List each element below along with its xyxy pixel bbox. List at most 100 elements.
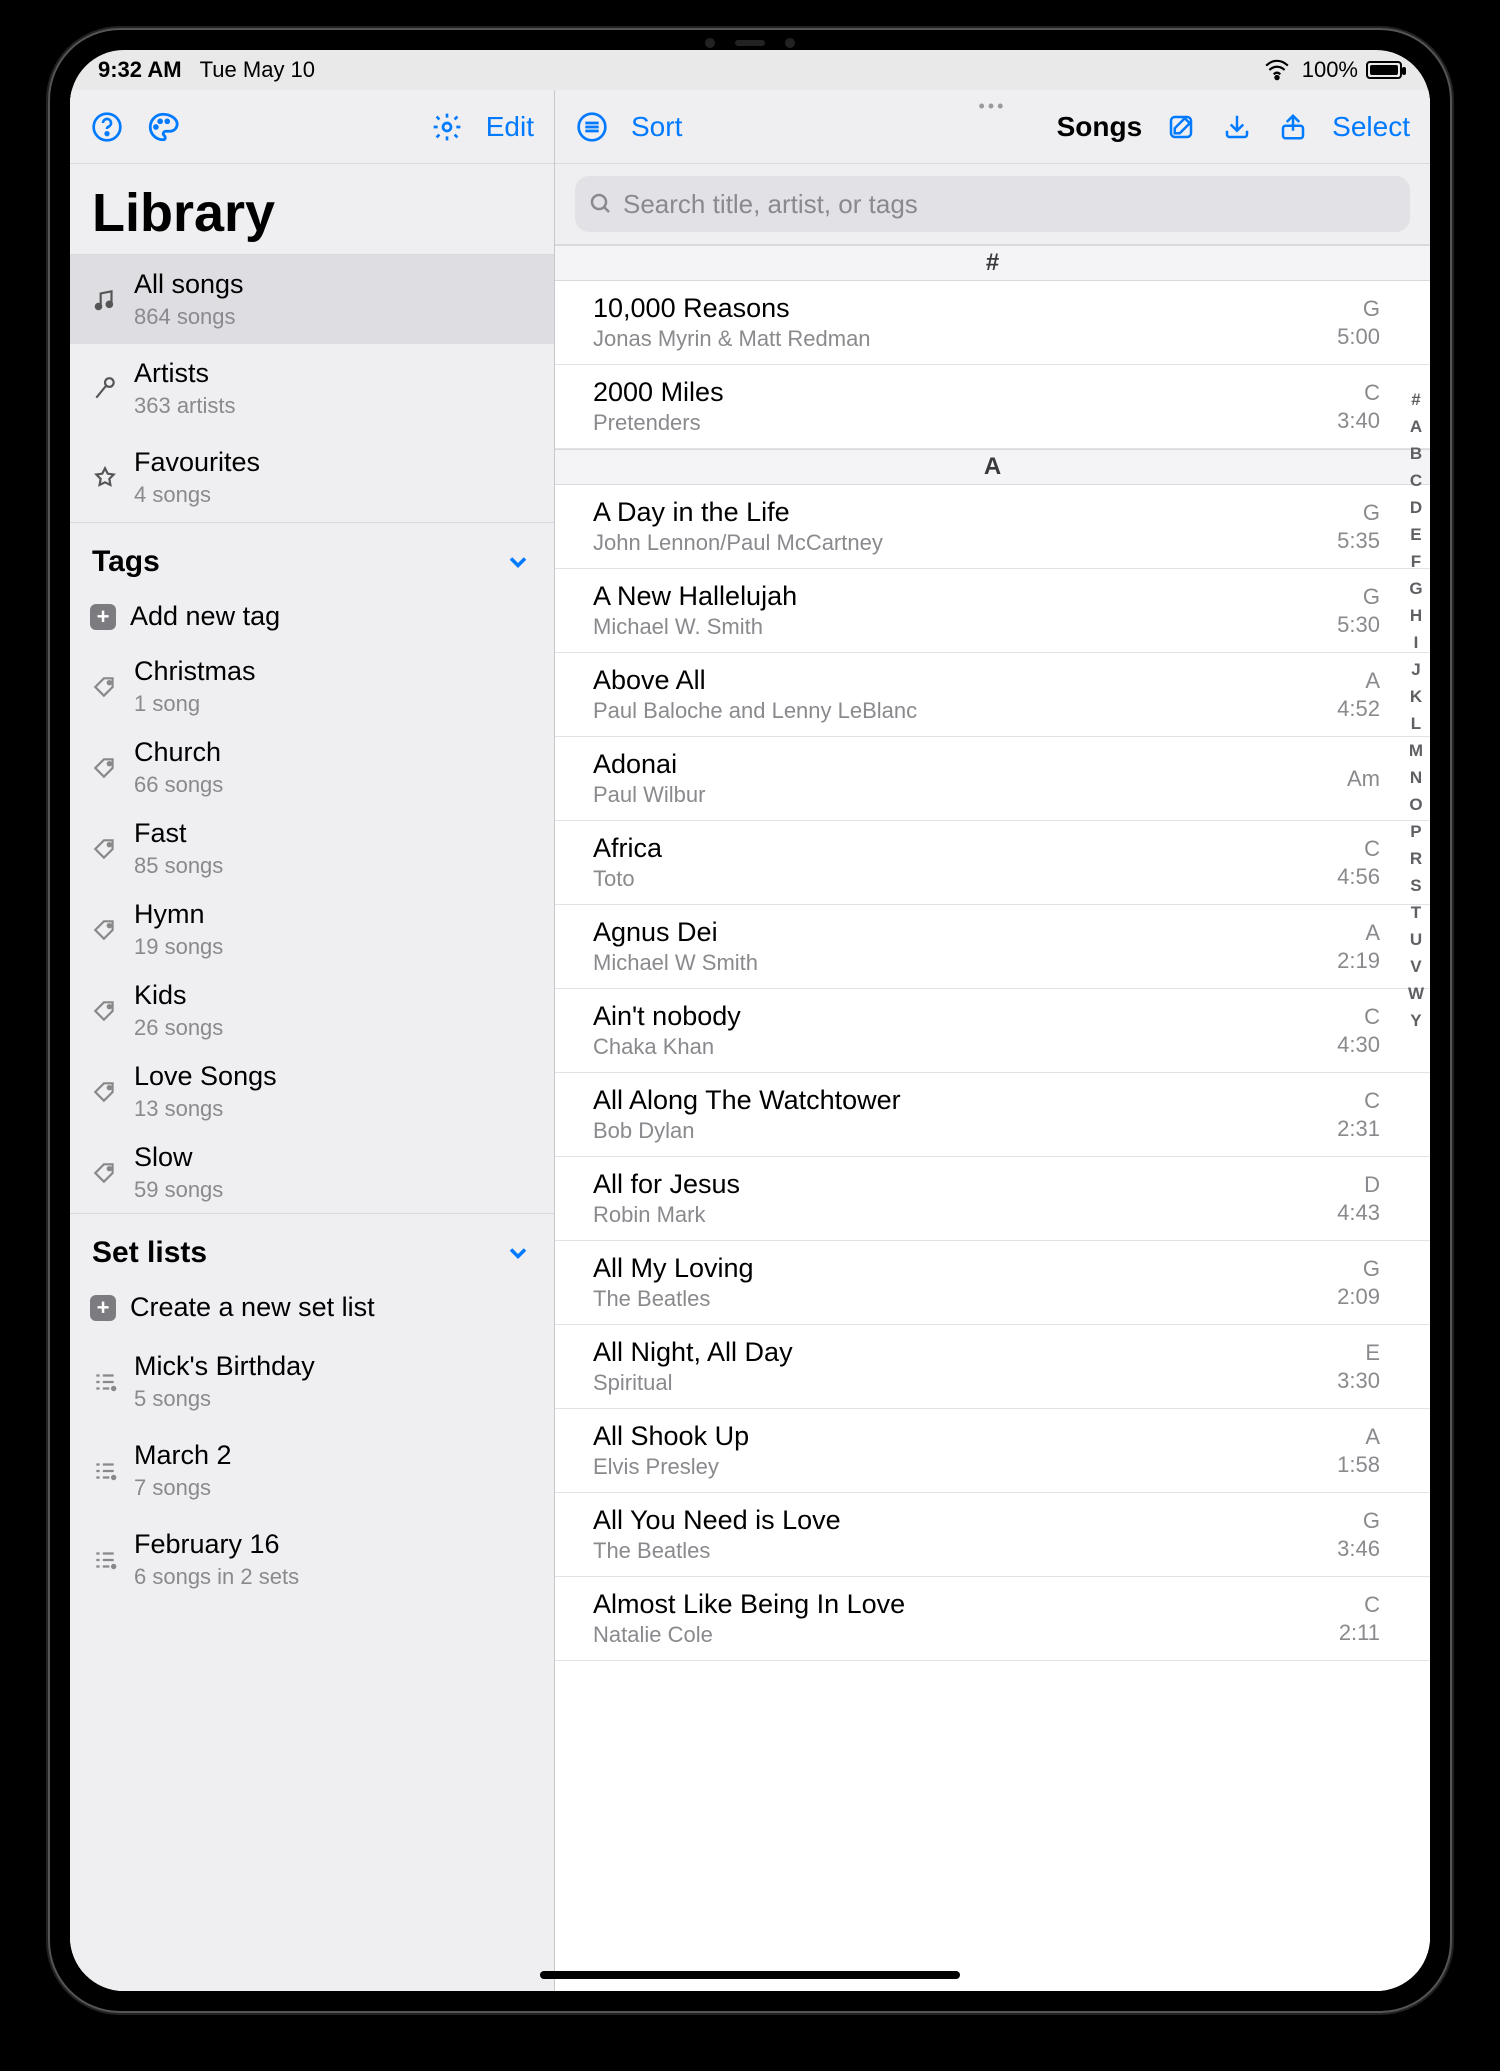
- tag-church[interactable]: Church 66 songs: [70, 727, 554, 808]
- song-row[interactable]: All Night, All Day Spiritual E3:30: [555, 1325, 1430, 1409]
- tags-header-label: Tags: [92, 545, 504, 579]
- index-letter[interactable]: H: [1410, 606, 1422, 626]
- index-letter[interactable]: D: [1410, 498, 1422, 518]
- tag-love-songs[interactable]: Love Songs 13 songs: [70, 1051, 554, 1132]
- search-field[interactable]: [575, 176, 1410, 232]
- song-meta: E3:30: [1337, 1339, 1380, 1394]
- index-letter[interactable]: B: [1410, 444, 1422, 464]
- index-letter[interactable]: #: [1411, 390, 1420, 410]
- setlist-icon: [90, 1367, 120, 1397]
- index-letter[interactable]: R: [1410, 849, 1422, 869]
- tag-slow[interactable]: Slow 59 songs: [70, 1132, 554, 1213]
- index-letter[interactable]: E: [1410, 525, 1421, 545]
- index-letter[interactable]: Y: [1410, 1011, 1421, 1031]
- index-letter[interactable]: K: [1410, 687, 1422, 707]
- song-row[interactable]: All for Jesus Robin Mark D4:43: [555, 1157, 1430, 1241]
- help-icon[interactable]: [90, 110, 124, 144]
- song-artist: Toto: [593, 866, 1325, 892]
- sort-button[interactable]: Sort: [631, 111, 682, 143]
- tag-hymn[interactable]: Hymn 19 songs: [70, 889, 554, 970]
- song-artist: Paul Wilbur: [593, 782, 1335, 808]
- drag-handle-icon[interactable]: •••: [979, 96, 1007, 117]
- setlist-mick-s-birthday[interactable]: Mick's Birthday 5 songs: [70, 1337, 554, 1426]
- song-title: Agnus Dei: [593, 917, 1325, 948]
- song-row[interactable]: A New Hallelujah Michael W. Smith G5:30: [555, 569, 1430, 653]
- song-artist: Michael W. Smith: [593, 614, 1325, 640]
- tag-icon: [90, 753, 120, 783]
- edit-button[interactable]: Edit: [486, 111, 534, 143]
- index-letter[interactable]: J: [1411, 660, 1420, 680]
- song-title: All Night, All Day: [593, 1337, 1325, 1368]
- song-row[interactable]: 10,000 Reasons Jonas Myrin & Matt Redman…: [555, 281, 1430, 365]
- index-letter[interactable]: I: [1414, 633, 1419, 653]
- search-input[interactable]: [623, 189, 1396, 220]
- tag-kids[interactable]: Kids 26 songs: [70, 970, 554, 1051]
- setlist-february-16[interactable]: February 16 6 songs in 2 sets: [70, 1515, 554, 1604]
- create-setlist-row[interactable]: + Create a new set list: [70, 1278, 554, 1337]
- compose-icon[interactable]: [1164, 110, 1198, 144]
- library-top-list: All songs 864 songs Artists 363 artists …: [70, 254, 554, 522]
- song-row[interactable]: Ain't nobody Chaka Khan C4:30: [555, 989, 1430, 1073]
- song-artist: Robin Mark: [593, 1202, 1325, 1228]
- index-letter[interactable]: U: [1410, 930, 1422, 950]
- index-letter[interactable]: T: [1411, 903, 1421, 923]
- song-artist: Elvis Presley: [593, 1454, 1325, 1480]
- song-list[interactable]: # 10,000 Reasons Jonas Myrin & Matt Redm…: [555, 245, 1430, 1991]
- song-meta: G3:46: [1337, 1507, 1380, 1562]
- setlist-march-2[interactable]: March 2 7 songs: [70, 1426, 554, 1515]
- sidebar-item-favourites[interactable]: Favourites 4 songs: [70, 433, 554, 522]
- song-row[interactable]: Almost Like Being In Love Natalie Cole C…: [555, 1577, 1430, 1661]
- add-tag-row[interactable]: + Add new tag: [70, 587, 554, 646]
- section-header: #: [555, 245, 1430, 281]
- setlists-header-row[interactable]: Set lists: [70, 1213, 554, 1278]
- song-title: 2000 Miles: [593, 377, 1325, 408]
- song-title: All Along The Watchtower: [593, 1085, 1325, 1116]
- index-letter[interactable]: L: [1411, 714, 1421, 734]
- index-letter[interactable]: A: [1410, 417, 1422, 437]
- song-row[interactable]: Agnus Dei Michael W Smith A2:19: [555, 905, 1430, 989]
- tag-icon: [90, 834, 120, 864]
- alpha-index[interactable]: # ABCDEFGHIJKLMNOPRSTUVWY: [1408, 390, 1424, 1031]
- sidebar-item-artists[interactable]: Artists 363 artists: [70, 344, 554, 433]
- song-meta: A4:52: [1337, 667, 1380, 722]
- index-letter[interactable]: G: [1409, 579, 1422, 599]
- song-row[interactable]: All You Need is Love The Beatles G3:46: [555, 1493, 1430, 1577]
- select-button[interactable]: Select: [1332, 111, 1410, 143]
- list-menu-icon[interactable]: [575, 110, 609, 144]
- index-letter[interactable]: P: [1410, 822, 1421, 842]
- tag-icon: [90, 1077, 120, 1107]
- song-row[interactable]: All Along The Watchtower Bob Dylan C2:31: [555, 1073, 1430, 1157]
- index-letter[interactable]: M: [1409, 741, 1423, 761]
- song-title: Above All: [593, 665, 1325, 696]
- tag-fast[interactable]: Fast 85 songs: [70, 808, 554, 889]
- song-row[interactable]: All Shook Up Elvis Presley A1:58: [555, 1409, 1430, 1493]
- song-row[interactable]: Africa Toto C4:56: [555, 821, 1430, 905]
- tag-icon: [90, 915, 120, 945]
- share-icon[interactable]: [1276, 110, 1310, 144]
- song-row[interactable]: Above All Paul Baloche and Lenny LeBlanc…: [555, 653, 1430, 737]
- song-title: 10,000 Reasons: [593, 293, 1325, 324]
- tags-header-row[interactable]: Tags: [70, 522, 554, 587]
- song-row[interactable]: 2000 Miles Pretenders C3:40: [555, 365, 1430, 449]
- song-meta: G2:09: [1337, 1255, 1380, 1310]
- index-letter[interactable]: W: [1408, 984, 1424, 1004]
- status-date: Tue May 10: [200, 57, 315, 82]
- tag-christmas[interactable]: Christmas 1 song: [70, 646, 554, 727]
- index-letter[interactable]: O: [1409, 795, 1422, 815]
- index-letter[interactable]: S: [1410, 876, 1421, 896]
- song-row[interactable]: Adonai Paul Wilbur Am: [555, 737, 1430, 821]
- status-time: 9:32 AM: [98, 57, 182, 82]
- sidebar-item-all-songs[interactable]: All songs 864 songs: [70, 255, 554, 344]
- gear-icon[interactable]: [430, 110, 464, 144]
- index-letter[interactable]: N: [1410, 768, 1422, 788]
- palette-icon[interactable]: [146, 110, 180, 144]
- index-letter[interactable]: F: [1411, 552, 1421, 572]
- index-letter[interactable]: C: [1410, 471, 1422, 491]
- song-meta: A1:58: [1337, 1423, 1380, 1478]
- index-letter[interactable]: V: [1410, 957, 1421, 977]
- song-row[interactable]: A Day in the Life John Lennon/Paul McCar…: [555, 485, 1430, 569]
- download-icon[interactable]: [1220, 110, 1254, 144]
- song-row[interactable]: All My Loving The Beatles G2:09: [555, 1241, 1430, 1325]
- battery-icon: [1366, 61, 1402, 79]
- tag-icon: [90, 672, 120, 702]
